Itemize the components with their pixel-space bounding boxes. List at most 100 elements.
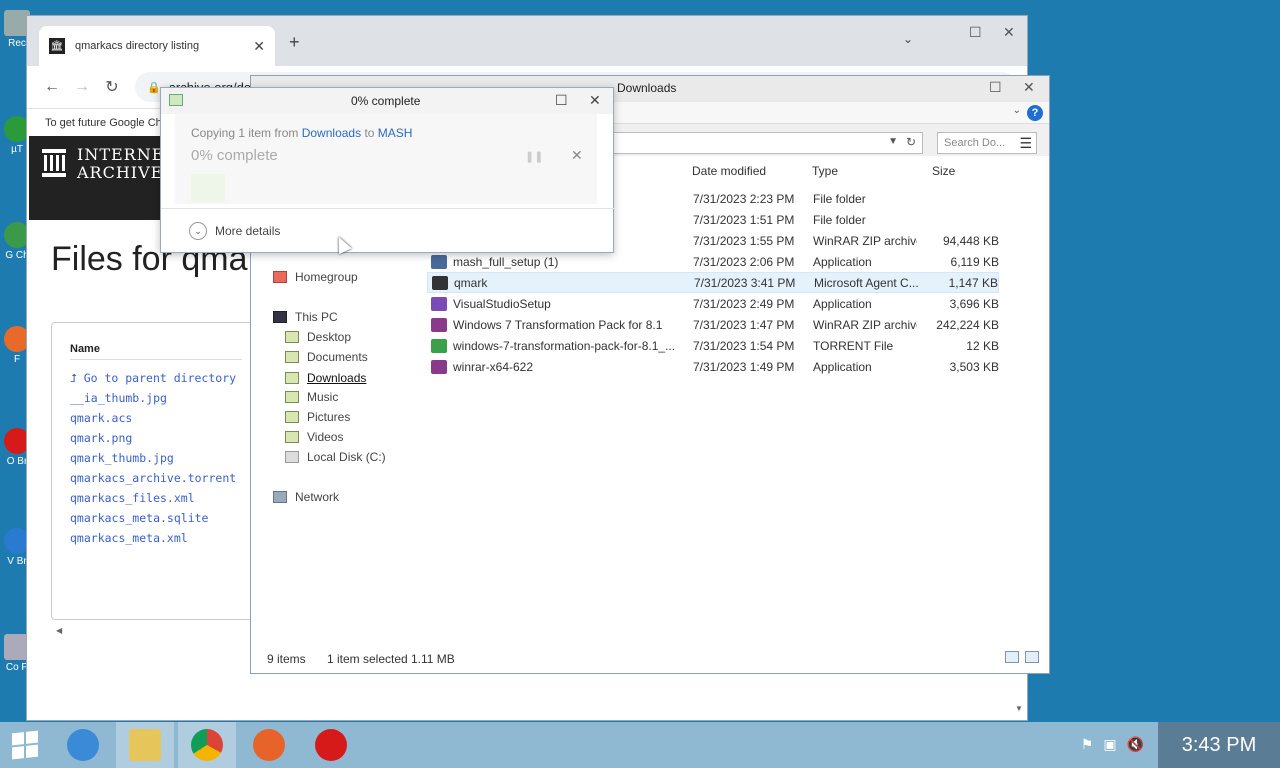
taskbar-opera[interactable]	[302, 722, 360, 768]
divider	[161, 208, 615, 209]
destination-link[interactable]: MASH	[378, 126, 413, 140]
address-dropdown-icon[interactable]: ▼	[888, 136, 898, 147]
file-explorer-icon	[129, 729, 161, 761]
reload-icon[interactable]: ↻	[97, 77, 127, 97]
desktop-icon-label: O Br	[6, 456, 28, 467]
file-size: 12 KB	[966, 338, 999, 353]
network-icon	[273, 491, 287, 503]
back-icon[interactable]: ←	[37, 78, 67, 96]
column-type[interactable]: Type	[812, 164, 838, 178]
nav-local-disk[interactable]: Local Disk (C:)	[285, 450, 386, 464]
progress-bar	[191, 174, 225, 202]
file-row[interactable]: Windows 7 Transformation Pack for 8.1 7/3…	[427, 314, 999, 335]
chevron-down-icon: ⌄	[189, 222, 207, 240]
status-bar: 9 items 1 item selected 1.11 MB	[251, 645, 1049, 673]
file-date: 7/31/2023 1:47 PM	[693, 317, 795, 332]
close-window-icon[interactable]: ✕	[1023, 79, 1035, 96]
taskbar-file-explorer[interactable]	[116, 722, 174, 768]
network-tray-icon[interactable]: ▣	[1103, 736, 1116, 753]
help-icon[interactable]: ?	[1027, 105, 1043, 121]
flag-icon[interactable]: ⚑	[1081, 736, 1094, 753]
volume-muted-icon[interactable]: 🔇	[1127, 736, 1144, 753]
file-type-icon	[431, 317, 447, 332]
start-button[interactable]	[0, 722, 50, 768]
file-row[interactable]: winrar-x64-622 7/31/2023 1:49 PM Applicati…	[427, 356, 999, 377]
file-link[interactable]: qmarkacs_files.xml	[70, 488, 242, 508]
computer-icon	[273, 311, 287, 323]
nav-videos[interactable]: Videos	[285, 430, 343, 444]
taskbar-firefox[interactable]	[240, 722, 298, 768]
close-window-icon[interactable]: ✕	[1003, 24, 1015, 41]
file-link[interactable]: qmarkacs_meta.sqlite	[70, 508, 242, 528]
desktop-icon-label: Co P	[5, 662, 29, 673]
scroll-down-icon[interactable]: ▼	[1015, 704, 1023, 713]
status-selected: 1 item selected	[327, 652, 408, 666]
explorer-address-bar[interactable]: ▼ ↻	[611, 132, 923, 154]
close-tab-icon[interactable]: ✕	[253, 38, 265, 55]
ia-logo-text[interactable]: INTERNE ARCHIVE	[77, 146, 164, 182]
chrome-icon	[191, 729, 223, 761]
parent-directory-link[interactable]: ⮥ Go to parent directory	[70, 368, 242, 388]
dialog-title-bar: 0% complete ☐ ✕	[161, 88, 613, 114]
nav-network[interactable]: Network	[273, 490, 339, 504]
name-column-header[interactable]: Name	[70, 343, 242, 360]
lock-icon: 🔒	[147, 81, 161, 94]
close-dialog-icon[interactable]: ✕	[589, 92, 601, 109]
file-row[interactable]: qmark 7/31/2023 3:41 PM Microsoft Agent C.…	[427, 272, 999, 293]
file-size: 3,503 KB	[949, 359, 999, 374]
refresh-icon[interactable]: ↻	[906, 135, 916, 149]
column-date-modified[interactable]: Date modified	[692, 164, 766, 178]
file-name: mash_full_setup (1)	[453, 254, 559, 269]
file-type: File folder	[813, 212, 866, 227]
taskbar-internet-explorer[interactable]	[54, 722, 112, 768]
homegroup-icon	[273, 271, 287, 283]
tab-search-chevron-icon[interactable]: ⌄	[903, 32, 913, 46]
forward-icon[interactable]: →	[67, 78, 97, 96]
file-link[interactable]: __ia_thumb.jpg	[70, 388, 242, 408]
browser-tab[interactable]: 🏛 qmarkacs directory listing ✕	[39, 26, 275, 66]
menu-icon[interactable]: ☰	[1019, 135, 1032, 152]
clock[interactable]: 3:43 PM	[1158, 722, 1280, 768]
explorer-search-input[interactable]: Search Do... ☰	[937, 132, 1037, 154]
taskbar-chrome[interactable]	[178, 722, 236, 768]
nav-desktop[interactable]: Desktop	[285, 330, 351, 344]
file-link[interactable]: qmarkacs_archive.torrent	[70, 468, 242, 488]
desktop-icon-label: Rec	[8, 38, 26, 49]
file-link[interactable]: qmark.png	[70, 428, 242, 448]
column-size[interactable]: Size	[932, 164, 955, 178]
file-type-icon	[431, 254, 447, 269]
file-link[interactable]: qmarkacs_meta.xml	[70, 528, 242, 548]
copy-progress-body: Copying 1 item from Downloads to MASH 0%…	[175, 114, 597, 204]
maximize-icon[interactable]: ☐	[555, 92, 568, 109]
desktop-folder-icon	[285, 331, 299, 343]
large-icons-view-icon[interactable]	[1025, 651, 1039, 663]
file-row[interactable]: VisualStudioSetup 7/31/2023 2:49 PM Applic…	[427, 293, 999, 314]
nav-homegroup[interactable]: Homegroup	[273, 270, 358, 284]
nav-music[interactable]: Music	[285, 390, 338, 404]
maximize-icon[interactable]: ☐	[969, 24, 982, 41]
drive-icon	[285, 451, 299, 463]
up-arrow-icon: ⮥	[70, 371, 84, 385]
nav-downloads[interactable]: Downloads	[285, 371, 366, 385]
file-row[interactable]: windows-7-transformation-pack-for-8.1_..…	[427, 335, 999, 356]
nav-documents[interactable]: Documents	[285, 350, 368, 364]
nav-pictures[interactable]: Pictures	[285, 410, 350, 424]
nav-this-pc[interactable]: This PC	[273, 310, 338, 324]
file-link[interactable]: qmark.acs	[70, 408, 242, 428]
details-view-icon[interactable]	[1005, 651, 1019, 663]
scroll-left-icon[interactable]: ◀	[56, 626, 62, 635]
expand-ribbon-icon[interactable]: ⌄	[1013, 105, 1021, 116]
downloads-folder-icon	[285, 372, 299, 384]
explorer-title: Downloads	[617, 81, 677, 95]
cancel-copy-icon[interactable]: ✕	[571, 147, 583, 164]
file-row[interactable]: mash_full_setup (1) 7/31/2023 2:06 PM Appl…	[427, 251, 999, 272]
new-tab-button[interactable]: +	[289, 32, 300, 53]
file-link[interactable]: qmark_thumb.jpg	[70, 448, 242, 468]
file-type: WinRAR ZIP archive	[813, 233, 917, 248]
file-name: qmark	[454, 275, 488, 290]
pause-icon[interactable]: ❚❚	[525, 150, 543, 163]
source-link[interactable]: Downloads	[302, 126, 361, 140]
more-details-button[interactable]: ⌄ More details	[189, 222, 280, 240]
maximize-icon[interactable]: ☐	[989, 79, 1002, 96]
archive-building-icon[interactable]	[41, 148, 67, 178]
